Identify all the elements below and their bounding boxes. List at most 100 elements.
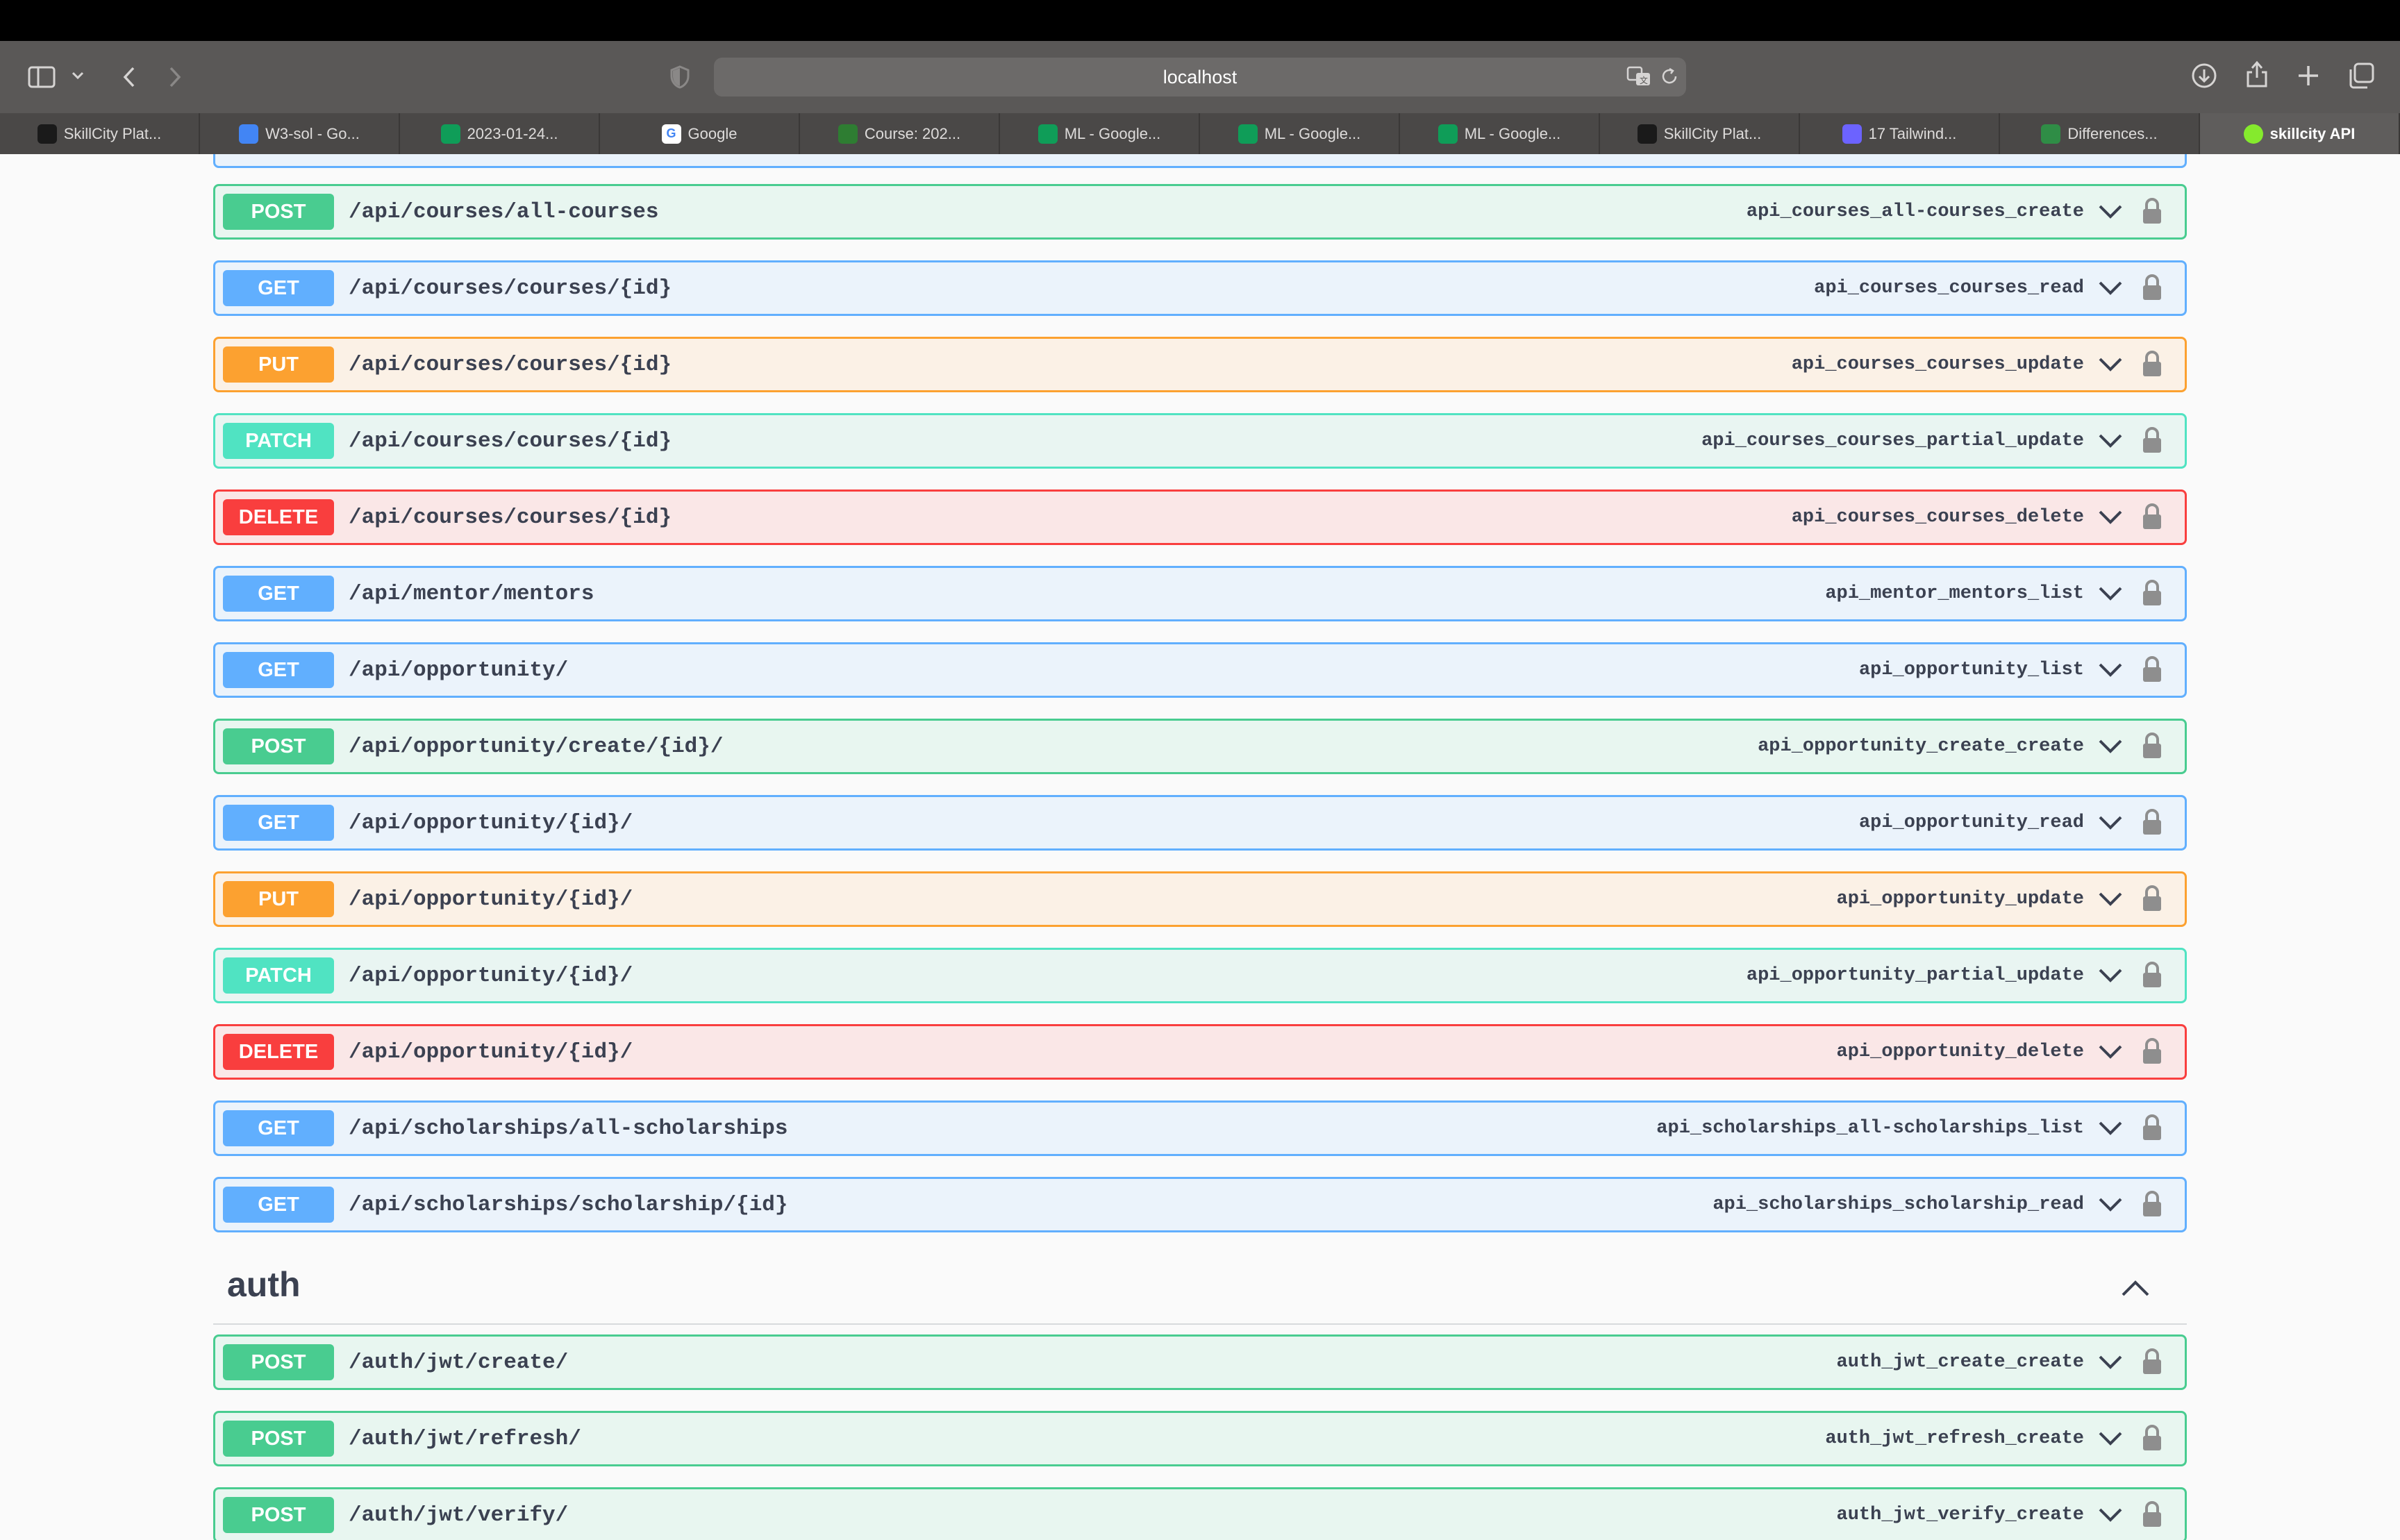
tab[interactable]: G Google <box>600 113 800 154</box>
lock-icon[interactable] <box>2140 1348 2164 1375</box>
operation-id: api_courses_courses_delete <box>1791 507 2084 528</box>
lock-icon[interactable] <box>2140 655 2164 683</box>
lock-icon[interactable] <box>2140 1500 2164 1528</box>
operation-path: /api/opportunity/{id}/ <box>349 810 633 835</box>
gfg-icon <box>2041 124 2061 144</box>
chevron-down-icon[interactable] <box>2097 201 2124 222</box>
operation-row[interactable]: PUT/api/courses/courses/{id} api_courses_… <box>213 337 2187 392</box>
translate-icon[interactable]: 文 <box>1625 64 1653 89</box>
tab[interactable]: ML - Google... <box>1200 113 1400 154</box>
lock-icon[interactable] <box>2140 1190 2164 1218</box>
sidebar-menu-chevron-icon[interactable] <box>69 67 86 84</box>
operation-row[interactable]: POST/auth/jwt/create/auth_jwt_create_cre… <box>213 1334 2187 1390</box>
chevron-down-icon[interactable] <box>2097 1041 2124 1062</box>
share-icon[interactable] <box>2242 58 2272 91</box>
lock-icon[interactable] <box>2140 274 2164 301</box>
operation-id: api_opportunity_list <box>1858 660 2084 680</box>
tab-label: ML - Google... <box>1264 124 1361 142</box>
lock-icon[interactable] <box>2140 1114 2164 1141</box>
chevron-down-icon[interactable] <box>2097 583 2124 604</box>
operation-row[interactable]: POST/auth/jwt/refresh/auth_jwt_refresh_c… <box>213 1411 2187 1466</box>
chevron-down-icon[interactable] <box>2097 812 2124 833</box>
method-badge: POST <box>223 1344 334 1380</box>
chevron-down-icon[interactable] <box>2097 430 2124 451</box>
operation-row[interactable]: POST/auth/jwt/verify/auth_jwt_verify_cre… <box>213 1487 2187 1540</box>
chevron-down-icon[interactable] <box>2097 1352 2124 1373</box>
operation-row[interactable]: GET/api/opportunity/{id}/ api_opportunity… <box>213 795 2187 851</box>
lock-icon[interactable] <box>2140 579 2164 607</box>
section-title-auth[interactable]: auth <box>227 1264 301 1305</box>
chevron-down-icon[interactable] <box>2097 507 2124 528</box>
lock-icon[interactable] <box>2140 503 2164 530</box>
operation-id: api_opportunity_delete <box>1836 1041 2084 1062</box>
svg-text:文: 文 <box>1640 75 1648 85</box>
lock-icon[interactable] <box>2140 732 2164 760</box>
chevron-down-icon[interactable] <box>2097 1194 2124 1215</box>
chevron-down-icon[interactable] <box>2097 1428 2124 1449</box>
operation-row[interactable]: POST/api/opportunity/create/{id}/ api_opp… <box>213 719 2187 774</box>
lock-icon[interactable] <box>2140 350 2164 378</box>
forward-icon[interactable] <box>161 62 189 92</box>
operation-row[interactable]: GET/api/mentor/mentors api_mentor_mentors… <box>213 566 2187 621</box>
chevron-down-icon[interactable] <box>2097 660 2124 680</box>
new-tab-icon[interactable] <box>2294 62 2322 90</box>
chevron-down-icon[interactable] <box>2097 736 2124 757</box>
tab[interactable]: SkillCity Plat... <box>0 113 200 154</box>
operation-row-partial[interactable] <box>213 154 2187 168</box>
operation-row[interactable]: GET/api/scholarships/scholarship/{id} api… <box>213 1177 2187 1232</box>
operation-path: /api/opportunity/create/{id}/ <box>349 734 724 759</box>
lock-icon[interactable] <box>2140 426 2164 454</box>
lock-icon[interactable] <box>2140 197 2164 225</box>
lock-icon[interactable] <box>2140 885 2164 912</box>
method-badge: GET <box>223 576 334 612</box>
chevron-down-icon[interactable] <box>2097 1118 2124 1139</box>
operation-row[interactable]: PATCH/api/opportunity/{id}/ api_opportuni… <box>213 948 2187 1003</box>
docs-icon <box>239 124 259 144</box>
tab-active[interactable]: skillcity API <box>2200 113 2400 154</box>
operation-row[interactable]: POST/api/courses/all-courses api_courses_… <box>213 184 2187 240</box>
lock-icon[interactable] <box>2140 808 2164 836</box>
chevron-down-icon[interactable] <box>2097 965 2124 986</box>
operation-path: /api/scholarships/scholarship/{id} <box>349 1192 788 1217</box>
operation-row[interactable]: DELETE/api/opportunity/{id}/ api_opportun… <box>213 1024 2187 1080</box>
operation-row[interactable]: DELETE/api/courses/courses/{id} api_cours… <box>213 489 2187 545</box>
lock-icon[interactable] <box>2140 1424 2164 1452</box>
chevron-down-icon[interactable] <box>2097 1505 2124 1525</box>
tab[interactable]: Differences... <box>2000 113 2200 154</box>
lock-icon[interactable] <box>2140 961 2164 989</box>
operation-row[interactable]: PATCH/api/courses/courses/{id} api_course… <box>213 413 2187 469</box>
operation-row[interactable]: PUT/api/opportunity/{id}/ api_opportunity… <box>213 871 2187 927</box>
sidebar-toggle-icon[interactable] <box>26 62 57 92</box>
operation-id: api_scholarships_all-scholarships_list <box>1656 1118 2084 1139</box>
back-icon[interactable] <box>115 62 143 92</box>
method-badge: GET <box>223 652 334 688</box>
tab[interactable]: SkillCity Plat... <box>1600 113 1800 154</box>
operation-row[interactable]: GET/api/opportunity/api_opportunity_list <box>213 642 2187 698</box>
operation-row[interactable]: GET/api/scholarships/all-scholarships api… <box>213 1100 2187 1156</box>
privacy-shield-icon[interactable] <box>668 62 692 92</box>
tab[interactable]: 2023-01-24... <box>400 113 600 154</box>
tab[interactable]: ML - Google... <box>1400 113 1600 154</box>
tab-overview-icon[interactable] <box>2346 60 2376 91</box>
tab[interactable]: ML - Google... <box>1000 113 1200 154</box>
tab-bar: SkillCity Plat... W3-sol - Go... 2023-01-2… <box>0 113 2400 154</box>
download-icon[interactable] <box>2189 60 2219 91</box>
operation-id: api_courses_courses_read <box>1814 278 2084 299</box>
chevron-down-icon[interactable] <box>2097 278 2124 299</box>
address-bar[interactable]: localhost <box>714 58 1686 97</box>
tab-label: ML - Google... <box>1464 124 1561 142</box>
operation-row[interactable]: GET/api/courses/courses/{id} api_courses_… <box>213 260 2187 316</box>
operation-path: /api/courses/courses/{id} <box>349 505 672 530</box>
operation-path: /api/courses/courses/{id} <box>349 352 672 377</box>
tab[interactable]: 17 Tailwind... <box>1800 113 2000 154</box>
chevron-down-icon[interactable] <box>2097 889 2124 910</box>
lock-icon[interactable] <box>2140 1037 2164 1065</box>
method-badge: GET <box>223 1110 334 1146</box>
tab[interactable]: W3-sol - Go... <box>200 113 400 154</box>
method-badge: GET <box>223 1187 334 1223</box>
reload-icon[interactable] <box>1658 64 1681 89</box>
drive-icon <box>1238 124 1258 144</box>
chevron-down-icon[interactable] <box>2097 354 2124 375</box>
tab[interactable]: Course: 202... <box>800 113 1000 154</box>
chevron-up-icon[interactable] <box>2119 1275 2152 1299</box>
